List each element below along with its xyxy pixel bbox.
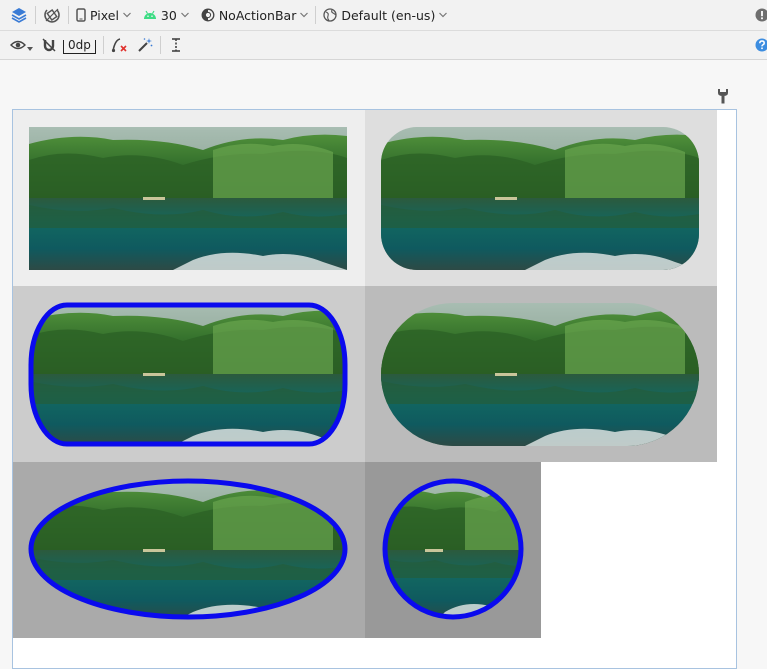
toolbar-separator bbox=[160, 36, 161, 54]
toolbar-separator bbox=[68, 6, 69, 24]
locale-label: Default (en-us) bbox=[341, 8, 435, 23]
chevron-down-icon bbox=[300, 12, 308, 18]
magic-wand-icon[interactable] bbox=[137, 31, 153, 59]
toolbar-separator bbox=[103, 36, 104, 54]
chevron-down-icon bbox=[439, 12, 447, 18]
theme-selector[interactable]: NoActionBar bbox=[201, 0, 309, 30]
design-toolbar: Pixel 30 NoActionBar Default (en-us) bbox=[0, 0, 767, 31]
help-icon[interactable] bbox=[755, 38, 767, 55]
eye-icon[interactable] bbox=[10, 31, 33, 59]
api-level-label: 30 bbox=[161, 8, 177, 23]
lake-image-rect bbox=[13, 110, 365, 286]
wrench-icon[interactable] bbox=[717, 88, 729, 107]
warning-icon[interactable] bbox=[755, 8, 767, 25]
phone-icon bbox=[76, 8, 86, 22]
image-cell[interactable] bbox=[365, 286, 717, 462]
lake-image-rounded-stroked bbox=[13, 286, 365, 462]
locale-selector[interactable]: Default (en-us) bbox=[323, 0, 447, 30]
device-selector[interactable]: Pixel bbox=[76, 0, 131, 30]
toolbar-separator bbox=[315, 6, 316, 24]
android-icon bbox=[143, 10, 157, 20]
magnet-off-icon[interactable] bbox=[41, 31, 57, 59]
device-label: Pixel bbox=[90, 8, 119, 23]
lake-image-circle-stroked bbox=[365, 462, 541, 638]
chevron-down-icon bbox=[27, 47, 33, 51]
image-cell[interactable] bbox=[365, 110, 717, 286]
lake-image-pill bbox=[365, 286, 717, 462]
layout-editor-toolbar: 0dp bbox=[0, 31, 767, 60]
device-preview[interactable] bbox=[12, 109, 737, 669]
image-cell[interactable] bbox=[13, 462, 365, 638]
default-margin-field[interactable]: 0dp bbox=[63, 40, 96, 54]
lake-image-oval-stroked bbox=[13, 462, 365, 638]
guideline-icon[interactable] bbox=[168, 31, 184, 59]
theme-label: NoActionBar bbox=[219, 8, 297, 23]
image-cell[interactable] bbox=[13, 110, 365, 286]
chevron-down-icon bbox=[123, 12, 131, 18]
theme-icon bbox=[201, 8, 215, 22]
rotate-icon[interactable] bbox=[43, 0, 61, 30]
clear-constraints-icon[interactable] bbox=[111, 31, 127, 59]
chevron-down-icon bbox=[181, 12, 189, 18]
lake-image-rounded bbox=[365, 110, 717, 286]
image-cell[interactable] bbox=[13, 286, 365, 462]
api-selector[interactable]: 30 bbox=[143, 0, 189, 30]
globe-icon bbox=[323, 8, 337, 22]
toolbar-separator bbox=[35, 6, 36, 24]
image-cell[interactable] bbox=[365, 462, 541, 638]
layers-icon[interactable] bbox=[10, 0, 28, 30]
